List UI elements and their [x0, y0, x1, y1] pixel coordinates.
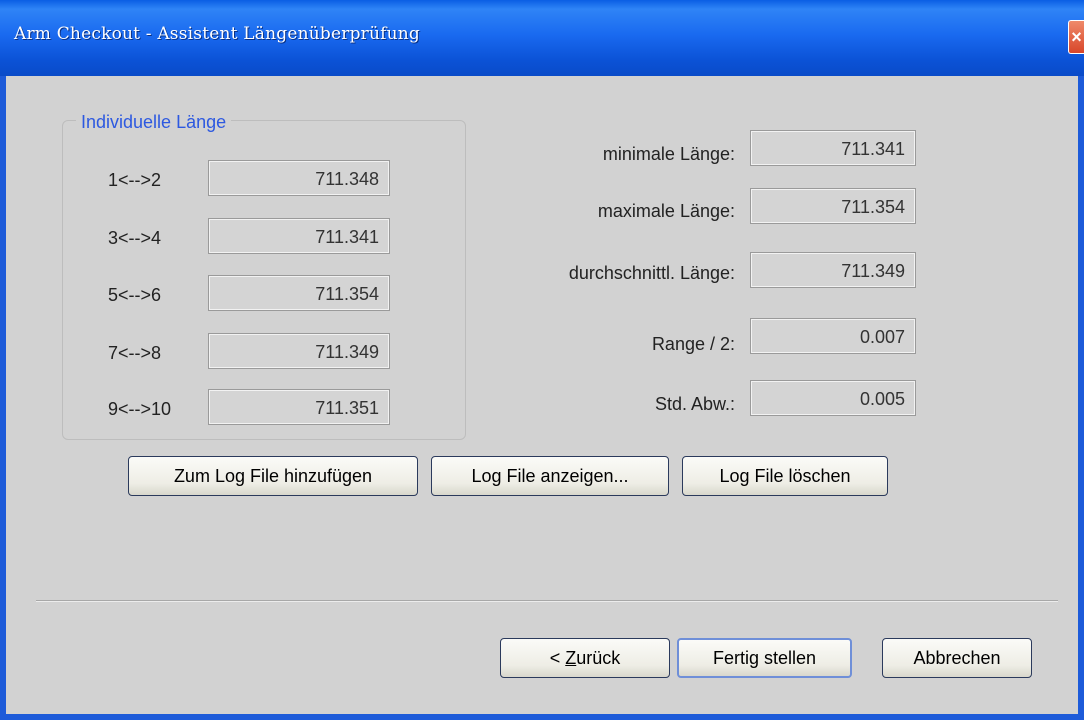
row-label-1-2: 1<-->2 [108, 170, 162, 190]
stat-field-avg: 711.349 [750, 252, 916, 288]
stat-field-max: 711.354 [750, 188, 916, 224]
delete-log-button[interactable]: Log File löschen [682, 456, 888, 496]
stat-label-range: Range / 2: [651, 334, 735, 354]
row-label-7-8: 7<-->8 [108, 343, 162, 363]
back-label-prefix: < [549, 648, 566, 668]
stat-field-min: 711.341 [750, 130, 916, 166]
length-field-1-2: 711.348 [208, 160, 390, 196]
back-mnemonic: Z [565, 648, 577, 668]
cancel-button[interactable]: Abbrechen [882, 638, 1032, 678]
length-field-9-10: 711.351 [208, 389, 390, 425]
stat-label-max: maximale Länge: [597, 201, 735, 221]
stat-label-min: minimale Länge: [602, 144, 735, 164]
stat-label-std: Std. Abw.: [654, 394, 735, 414]
length-field-3-4: 711.341 [208, 218, 390, 254]
show-log-button[interactable]: Log File anzeigen... [431, 456, 669, 496]
back-label-rest: urück [576, 648, 621, 668]
stat-label-avg: durchschnittl. Länge: [568, 263, 735, 283]
row-label-5-6: 5<-->6 [108, 285, 162, 305]
stat-field-range: 0.007 [750, 318, 916, 354]
add-to-log-button[interactable]: Zum Log File hinzufügen [128, 456, 418, 496]
close-icon[interactable]: × [1068, 20, 1084, 54]
back-button[interactable]: < Zurück [500, 638, 670, 678]
row-label-9-10: 9<-->10 [108, 399, 172, 419]
length-field-5-6: 711.354 [208, 275, 390, 311]
length-field-7-8: 711.349 [208, 333, 390, 369]
window-title: Arm Checkout - Assistent Längenüberprüfu… [14, 24, 421, 44]
finish-button[interactable]: Fertig stellen [677, 638, 852, 678]
stat-field-std: 0.005 [750, 380, 916, 416]
separator-line [36, 600, 1058, 602]
group-title: Individuelle Länge [76, 112, 232, 133]
row-label-3-4: 3<-->4 [108, 228, 162, 248]
title-bar[interactable]: Arm Checkout - Assistent Längenüberprüfu… [0, 0, 1084, 76]
